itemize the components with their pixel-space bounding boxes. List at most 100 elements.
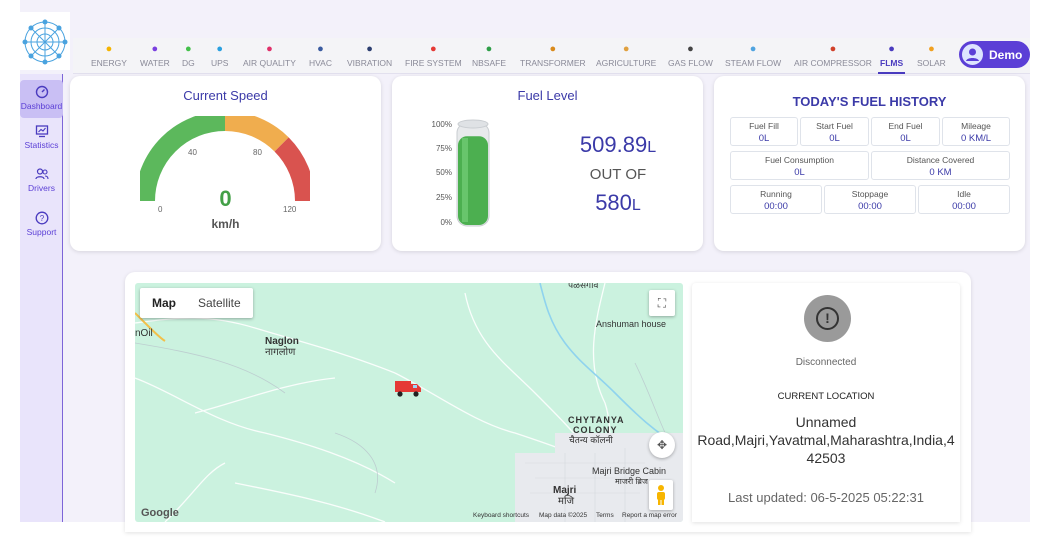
nav-item-dg[interactable]: ● DG xyxy=(182,42,195,68)
compressor-icon: ● xyxy=(829,43,837,55)
history-distance-covered: Distance Covered 0 KM xyxy=(871,151,1010,180)
map-place-label: नागलोण xyxy=(265,347,296,358)
nav-item-label: GAS FLOW xyxy=(668,58,713,68)
nav-item-nbsafe[interactable]: ● NBSAFE xyxy=(472,42,506,68)
vehicle-map[interactable]: Map Satellite ⛶ ✥ पळसगाव Naglon नागलोण A… xyxy=(135,283,683,522)
bolt-icon: ● xyxy=(105,43,113,55)
statistics-icon xyxy=(35,125,48,138)
sidebar-item-statistics[interactable]: Statistics xyxy=(20,124,63,154)
gauge-segment-mid xyxy=(224,116,289,152)
fuel-history-title: TODAY'S FUEL HISTORY xyxy=(792,94,947,109)
current-speed-title: Current Speed xyxy=(183,88,268,103)
map-place-label: पळसगाव xyxy=(568,283,599,290)
user-menu-button[interactable]: Demo xyxy=(959,41,1030,68)
svg-text:?: ? xyxy=(39,214,44,223)
vibration-icon: ● xyxy=(366,43,373,55)
google-logo: Google xyxy=(141,507,179,519)
fuel-level-card: Fuel Level 100% 75% 50% 25% 0% 509.89L O… xyxy=(392,76,703,251)
nav-item-transformer[interactable]: ● TRANSFORMER xyxy=(520,42,586,68)
nav-item-water[interactable]: ● WATER xyxy=(140,42,170,68)
current-location-address: Unnamed Road,Majri,Yavatmal,Maharashtra,… xyxy=(697,414,955,466)
nav-item-air-quality[interactable]: ● AIR QUALITY xyxy=(243,42,296,68)
nav-item-fire-system[interactable]: ● FIRE SYSTEM xyxy=(405,42,462,68)
sidebar-item-label: Support xyxy=(26,227,57,237)
fuel-scale-label: 0% xyxy=(440,218,452,227)
keyboard-shortcuts-link[interactable]: Keyboard shortcuts xyxy=(473,512,529,519)
nav-item-label: AGRICULTURE xyxy=(596,58,657,68)
fuel-scale-label: 50% xyxy=(435,168,452,177)
fullscreen-button[interactable]: ⛶ xyxy=(649,290,675,316)
nav-item-hvac[interactable]: ● HVAC xyxy=(309,42,332,68)
sidebar-item-drivers[interactable]: Drivers xyxy=(20,167,63,197)
gas-flow-icon: ● xyxy=(687,43,694,55)
pegman-icon xyxy=(657,485,665,505)
sidebar-item-dashboard[interactable]: Dashboard xyxy=(20,80,63,118)
drivers-icon xyxy=(34,168,49,180)
fuel-current-value: 509.89L xyxy=(579,132,657,157)
nav-item-label: VIBRATION xyxy=(347,58,393,68)
gauge-tick-label: 40 xyxy=(188,148,197,157)
nav-item-vibration[interactable]: ● VIBRATION xyxy=(347,42,392,68)
battery-icon: ● xyxy=(185,43,192,55)
sidebar-item-support[interactable]: ? Support xyxy=(20,211,63,241)
map-camera-control[interactable]: ✥ xyxy=(649,432,675,458)
vehicle-truck-marker[interactable] xyxy=(394,378,422,398)
nav-item-label: STEAM FLOW xyxy=(725,58,782,68)
user-avatar-icon xyxy=(961,43,984,66)
air-quality-icon: ● xyxy=(266,43,273,55)
nav-item-label: DG xyxy=(182,58,195,68)
nav-item-air-compressor[interactable]: ● AIR COMPRESSOR xyxy=(794,42,872,68)
terms-link[interactable]: Terms xyxy=(596,512,614,519)
map-data-attribution: Map data ©2025 xyxy=(539,512,588,519)
nav-item-ups[interactable]: ● UPS xyxy=(211,42,228,68)
fuel-scale-label: 25% xyxy=(435,193,452,202)
nav-item-label: AIR QUALITY xyxy=(243,58,296,68)
nav-item-label: ENERGY xyxy=(91,58,127,68)
history-running: Running 00:00 xyxy=(730,185,822,214)
fire-icon: ● xyxy=(430,43,437,55)
sidebar: Dashboard Statistics Drivers ? Support xyxy=(20,74,63,522)
nav-item-label: FLMS xyxy=(880,58,904,68)
map-tab-map[interactable]: Map xyxy=(152,296,176,310)
map-place-label: चैतन्य कॉलनी xyxy=(569,435,613,445)
fuel-level-title: Fuel Level xyxy=(517,88,578,103)
nav-item-flms[interactable]: ● FLMS xyxy=(877,42,906,74)
nav-item-steam-flow[interactable]: ● STEAM FLOW xyxy=(725,42,781,68)
fuel-history-card: TODAY'S FUEL HISTORY Fuel Fill 0L Start F… xyxy=(714,76,1025,251)
history-mileage: Mileage 0 KM/L xyxy=(942,117,1010,146)
nav-item-gas-flow[interactable]: ● GAS FLOW xyxy=(668,42,713,68)
current-speed-card: Current Speed 0 40 80 120 0 km/h xyxy=(70,76,381,251)
sidebar-item-label: Dashboard xyxy=(20,101,63,111)
sidebar-item-label: Statistics xyxy=(24,140,59,150)
map-place-label: Naglon xyxy=(265,336,299,347)
map-place-label: माजरी ब्रिज xyxy=(615,477,648,486)
nav-item-solar[interactable]: ● SOLAR xyxy=(917,42,946,68)
nav-item-label: UPS xyxy=(211,58,229,68)
nav-item-label: SOLAR xyxy=(917,58,946,68)
disconnected-status-icon: ! xyxy=(804,295,851,342)
speed-unit: km/h xyxy=(211,217,240,231)
nav-item-label: NBSAFE xyxy=(472,58,507,68)
history-idle: Idle 00:00 xyxy=(918,185,1010,214)
street-view-pegman[interactable] xyxy=(649,480,673,510)
report-map-error-link[interactable]: Report a map error xyxy=(622,512,677,519)
help-icon: ? xyxy=(35,211,48,225)
fuel-out-of-label: OUT OF xyxy=(589,166,647,183)
nav-item-label: FIRE SYSTEM xyxy=(405,58,462,68)
truck-icon: ● xyxy=(888,43,895,55)
nav-item-energy[interactable]: ● ENERGY xyxy=(91,42,127,68)
connection-status: Disconnected xyxy=(795,357,857,368)
nav-item-label: WATER xyxy=(140,58,170,68)
map-type-toggle: Map Satellite xyxy=(140,288,253,318)
current-location-heading: CURRENT LOCATION xyxy=(777,391,875,402)
map-tab-satellite[interactable]: Satellite xyxy=(198,296,241,310)
steam-icon: ● xyxy=(749,43,757,55)
gauge-tick-label: 80 xyxy=(253,148,262,157)
plant-icon: ● xyxy=(622,43,630,55)
fullscreen-icon: ⛶ xyxy=(657,296,667,310)
fuel-capacity-value: 580L xyxy=(595,190,641,215)
history-start-fuel: Start Fuel 0L xyxy=(800,117,869,146)
nav-item-agriculture[interactable]: ● AGRICULTURE xyxy=(596,42,656,68)
hvac-icon: ● xyxy=(317,43,324,55)
history-end-fuel: End Fuel 0L xyxy=(871,117,940,146)
